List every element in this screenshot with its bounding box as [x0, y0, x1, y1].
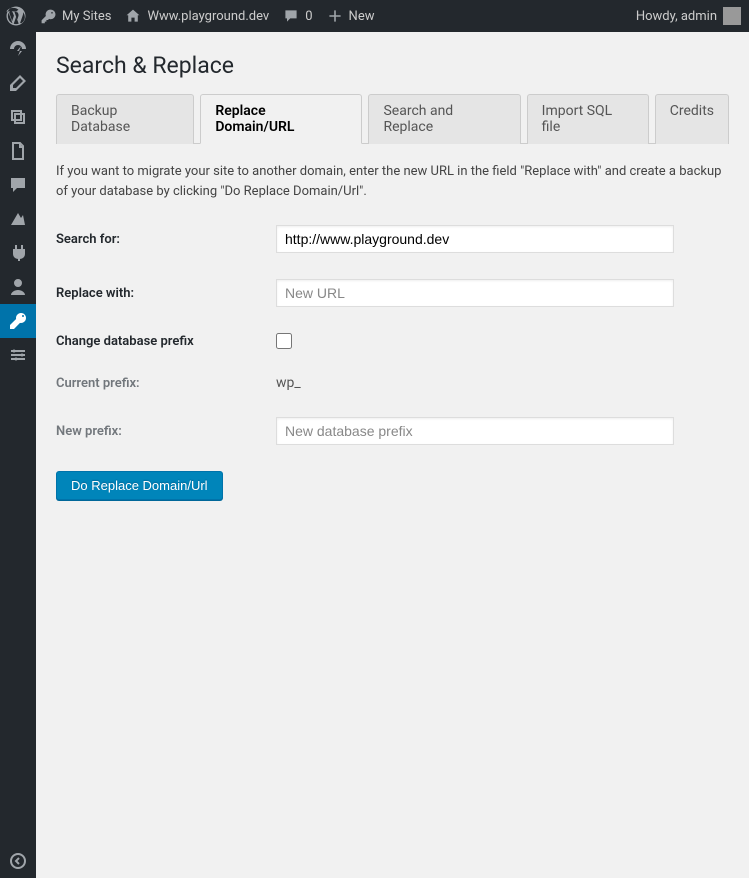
search-for-input[interactable]: [276, 225, 674, 253]
sidebar-item-pages[interactable]: [0, 134, 36, 168]
main-content: Search & Replace Backup Database Replace…: [36, 32, 749, 878]
sidebar-item-plugins[interactable]: [0, 236, 36, 270]
sidebar-item-settings[interactable]: [0, 338, 36, 372]
tab-search-replace[interactable]: Search and Replace: [368, 94, 520, 144]
tab-replace-domain[interactable]: Replace Domain/URL: [200, 94, 362, 144]
my-sites-menu[interactable]: My Sites: [40, 8, 111, 24]
sidebar-item-media[interactable]: [0, 100, 36, 134]
new-prefix-label: New prefix:: [56, 424, 276, 439]
search-for-label: Search for:: [56, 232, 276, 247]
wordpress-icon: [6, 6, 26, 26]
sidebar-item-tools[interactable]: [0, 304, 36, 338]
comments-menu[interactable]: 0: [283, 8, 312, 24]
change-prefix-label: Change database prefix: [56, 334, 276, 349]
current-prefix-label: Current prefix:: [56, 376, 276, 391]
sidebar-item-dashboard[interactable]: [0, 32, 36, 66]
tab-import-sql[interactable]: Import SQL file: [527, 94, 649, 144]
comment-icon: [283, 8, 299, 24]
replace-with-input[interactable]: [276, 279, 674, 307]
sidebar-item-appearance[interactable]: [0, 202, 36, 236]
admin-bar: My Sites Www.playground.dev 0 New Howdy,…: [0, 0, 749, 32]
key-icon: [40, 8, 56, 24]
new-menu[interactable]: New: [327, 8, 375, 24]
avatar: [723, 7, 741, 25]
plus-icon: [327, 8, 343, 24]
sidebar-item-posts[interactable]: [0, 66, 36, 100]
comments-count: 0: [305, 9, 312, 24]
change-prefix-checkbox[interactable]: [276, 333, 292, 349]
submit-button[interactable]: Do Replace Domain/Url: [56, 471, 223, 500]
logo-menu[interactable]: [6, 6, 26, 26]
site-name-menu[interactable]: Www.playground.dev: [125, 8, 269, 24]
replace-with-label: Replace with:: [56, 286, 276, 301]
new-label: New: [349, 9, 375, 24]
page-title: Search & Replace: [56, 52, 729, 79]
new-prefix-input[interactable]: [276, 417, 674, 445]
account-menu[interactable]: Howdy, admin: [636, 7, 741, 25]
intro-text: If you want to migrate your site to anot…: [56, 162, 729, 201]
site-name-label: Www.playground.dev: [147, 9, 269, 24]
tab-backup-database[interactable]: Backup Database: [56, 94, 194, 144]
sidebar-item-users[interactable]: [0, 270, 36, 304]
home-icon: [125, 8, 141, 24]
howdy-label: Howdy, admin: [636, 9, 717, 24]
tab-credits[interactable]: Credits: [655, 94, 729, 144]
sidebar-collapse[interactable]: [0, 844, 36, 878]
admin-sidebar: [0, 32, 36, 878]
current-prefix-value: wp_: [276, 375, 301, 391]
my-sites-label: My Sites: [62, 9, 111, 24]
tab-nav: Backup Database Replace Domain/URL Searc…: [56, 93, 729, 144]
sidebar-item-comments[interactable]: [0, 168, 36, 202]
